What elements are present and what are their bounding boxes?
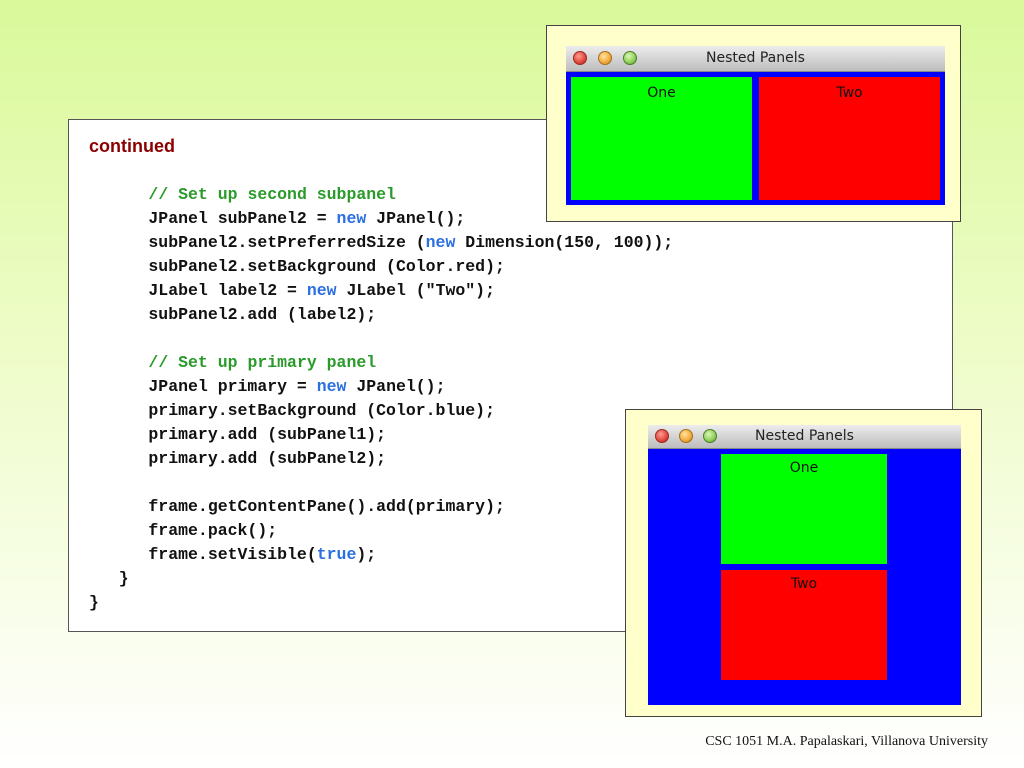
code-keyword: new bbox=[336, 209, 367, 228]
slide-footer: CSC 1051 M.A. Papalaskari, Villanova Uni… bbox=[705, 734, 988, 749]
window-titlebar[interactable]: Nested Panels bbox=[648, 425, 961, 449]
code-text: frame.getContentPane().add(primary); bbox=[89, 497, 505, 516]
code-text: JPanel subPanel2 = bbox=[89, 209, 337, 228]
code-keyword: true bbox=[316, 545, 357, 564]
code-line: } bbox=[89, 567, 673, 591]
code-text: subPanel2.add (label2); bbox=[89, 305, 377, 324]
code-line: primary.setBackground (Color.blue); bbox=[89, 399, 673, 423]
label-two: Two bbox=[836, 85, 863, 101]
code-text: primary.add (subPanel2); bbox=[89, 449, 387, 468]
label-two: Two bbox=[790, 576, 818, 592]
code-text: primary.setBackground (Color.blue); bbox=[89, 401, 495, 420]
code-line: JLabel label2 = new JLabel ("Two"); bbox=[89, 279, 673, 303]
code-text: frame.setVisible( bbox=[89, 545, 317, 564]
code-keyword: new bbox=[425, 233, 456, 252]
label-one: One bbox=[789, 460, 819, 476]
window-title: Nested Panels bbox=[755, 428, 854, 444]
subpanel-one: One bbox=[571, 77, 752, 200]
primary-panel: One Two bbox=[566, 72, 945, 205]
code-text: JPanel(); bbox=[346, 377, 446, 396]
subpanel-one: One bbox=[721, 454, 887, 564]
code-text: subPanel2.setBackground (Color.red); bbox=[89, 257, 505, 276]
code-line: frame.setVisible(true); bbox=[89, 543, 673, 567]
code-line: subPanel2.setPreferredSize (new Dimensio… bbox=[89, 231, 673, 255]
code-text: subPanel2.setPreferredSize ( bbox=[89, 233, 426, 252]
screenshot-vertical: Nested Panels One Two bbox=[625, 409, 982, 717]
code-keyword: new bbox=[306, 281, 337, 300]
code-keyword: new bbox=[316, 377, 347, 396]
code-text: ); bbox=[356, 545, 377, 564]
code-line: JPanel primary = new JPanel(); bbox=[89, 375, 673, 399]
code-text: } bbox=[89, 569, 129, 588]
code-line: primary.add (subPanel1); bbox=[89, 423, 673, 447]
code-text: Dimension(150, 100)); bbox=[455, 233, 674, 252]
window-title: Nested Panels bbox=[706, 50, 805, 66]
code-comment: // Set up second subpanel bbox=[148, 185, 396, 204]
code-text: JPanel(); bbox=[366, 209, 466, 228]
code-text: JLabel label2 = bbox=[89, 281, 307, 300]
code-line: // Set up primary panel bbox=[89, 351, 673, 375]
window-vertical: Nested Panels One Two bbox=[648, 425, 961, 705]
code-line: frame.pack(); bbox=[89, 519, 673, 543]
code-line: subPanel2.setBackground (Color.red); bbox=[89, 255, 673, 279]
subpanel-two: Two bbox=[721, 570, 887, 680]
code-text: JLabel ("Two"); bbox=[336, 281, 495, 300]
code-comment: // Set up primary panel bbox=[148, 353, 377, 372]
code-line: } bbox=[89, 591, 673, 615]
window-horizontal: Nested Panels One Two bbox=[566, 46, 945, 205]
code-text: } bbox=[89, 593, 99, 612]
code-text: frame.pack(); bbox=[89, 521, 278, 540]
code-text: primary.add (subPanel1); bbox=[89, 425, 387, 444]
code-text: JPanel primary = bbox=[89, 377, 317, 396]
code-line: subPanel2.add (label2); bbox=[89, 303, 673, 327]
label-one: One bbox=[647, 85, 676, 101]
window-titlebar[interactable]: Nested Panels bbox=[566, 46, 945, 72]
primary-panel: One Two bbox=[648, 449, 961, 705]
screenshot-horizontal: Nested Panels One Two bbox=[546, 25, 961, 222]
code-line: primary.add (subPanel2); bbox=[89, 447, 673, 471]
code-line: frame.getContentPane().add(primary); bbox=[89, 495, 673, 519]
code-block: // Set up second subpanel JPanel subPane… bbox=[89, 183, 673, 615]
continued-label: continued bbox=[89, 136, 175, 156]
subpanel-two: Two bbox=[759, 77, 940, 200]
